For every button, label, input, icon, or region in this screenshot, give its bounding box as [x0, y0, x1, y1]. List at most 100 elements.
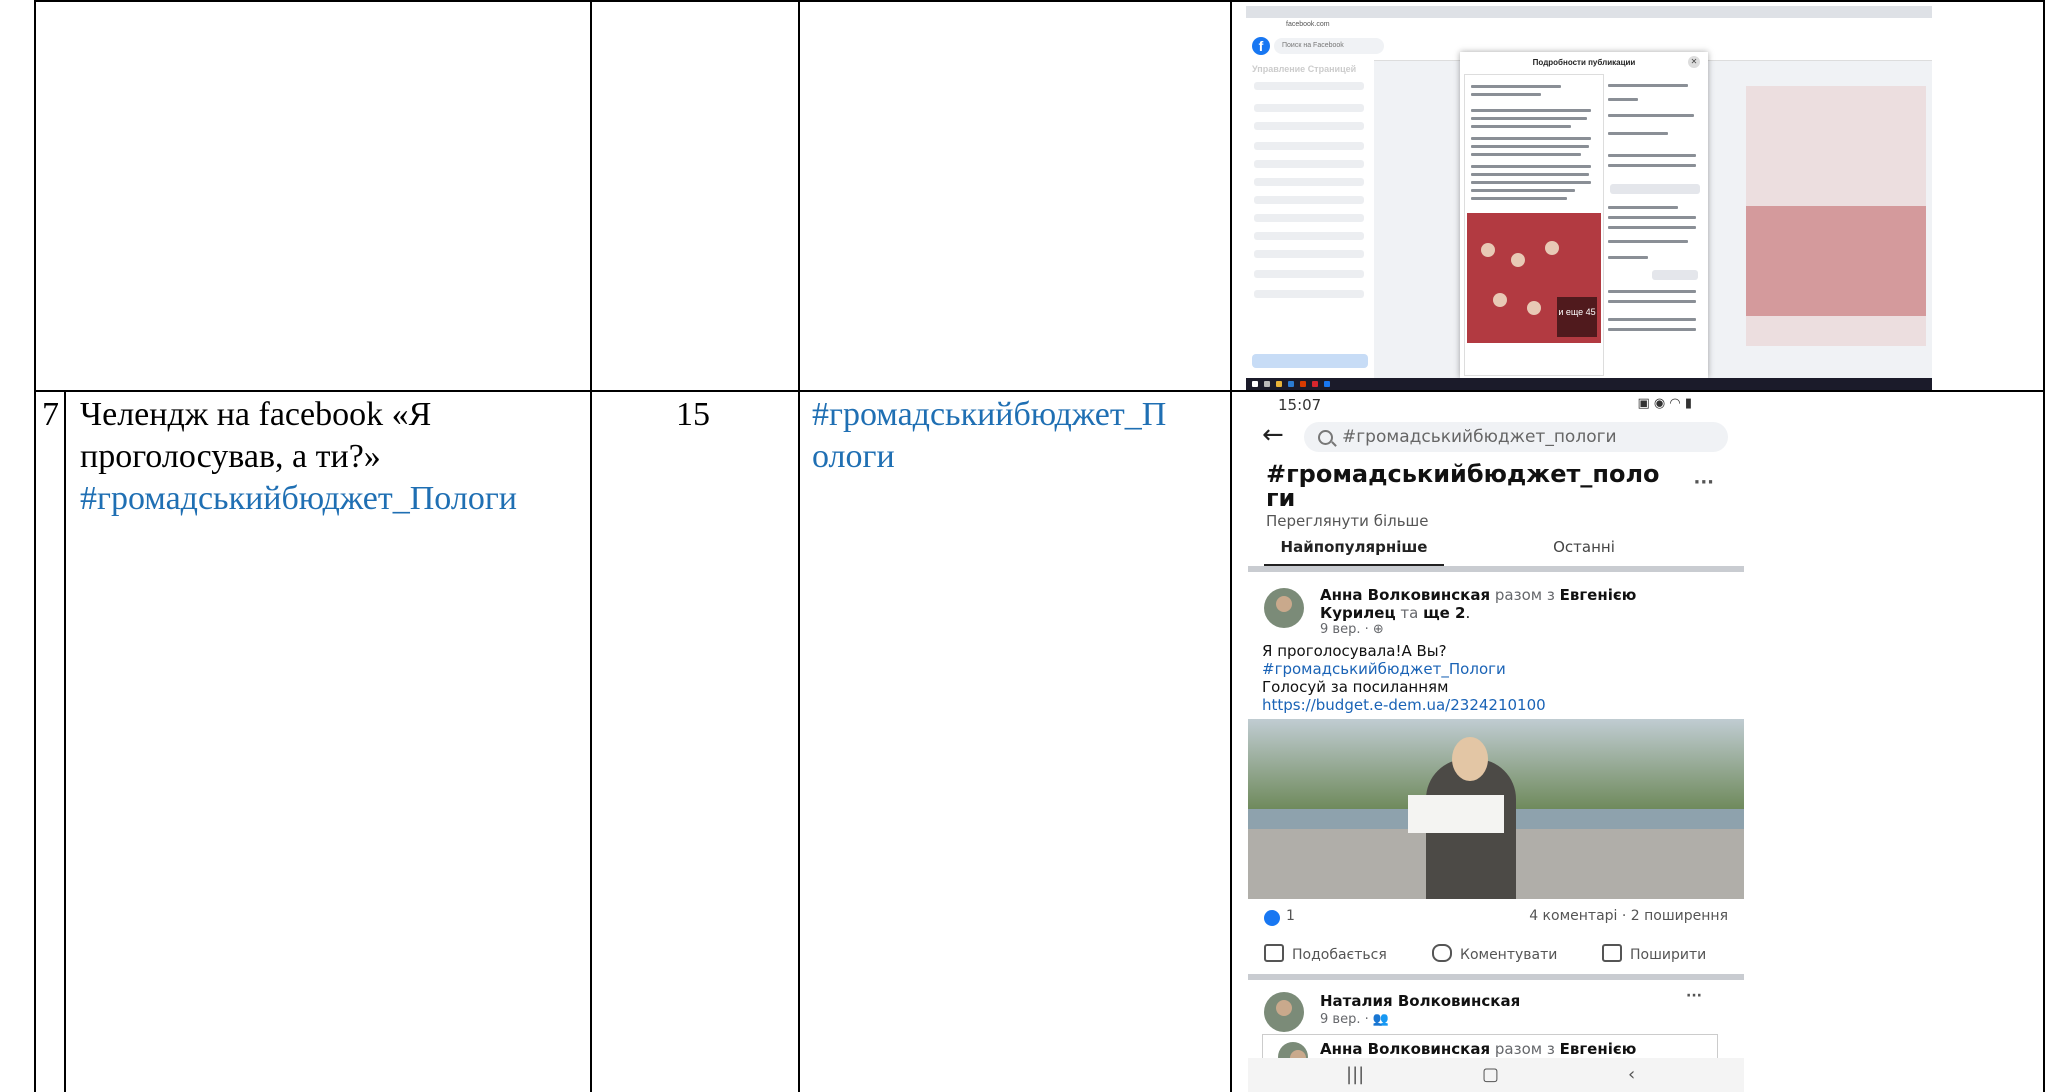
stats-line [1608, 290, 1696, 293]
sidebar-title: Управление Страницей [1252, 64, 1357, 74]
post-photo [1248, 719, 1744, 899]
comment-button: Коментувати [1432, 944, 1557, 963]
stats-line [1608, 206, 1678, 209]
sidebar-item [1254, 290, 1364, 298]
mobile-facebook-screenshot: 15:07 ▣ ◉ ◠ ▮ ← #громадськийбюджет_полог… [1248, 392, 1744, 1092]
post-text-line [1471, 197, 1567, 200]
stats-line [1608, 240, 1688, 243]
tagged-person-surname: Курилец [1320, 604, 1396, 622]
taskbar-icon [1324, 381, 1330, 387]
post-text-line [1471, 109, 1591, 112]
sidebar-item [1254, 82, 1364, 90]
post-author: Анна Волковинская [1320, 586, 1491, 604]
photo-person-head [1452, 737, 1488, 781]
row-hashtag-link[interactable]: #громадськийбюджет_П ологи [812, 394, 1222, 478]
post-text-line [1471, 165, 1591, 168]
stats-line [1608, 226, 1696, 229]
post-text-line [1471, 189, 1575, 192]
post-text-line: Я проголосувала!А Вы? [1262, 642, 1447, 660]
table-col-border [2043, 0, 2045, 1092]
row-number: 7 [42, 396, 59, 433]
sidebar-item [1254, 122, 1364, 130]
like-button: Подобається [1264, 944, 1387, 963]
sidebar-item [1254, 270, 1364, 278]
post-text: Я проголосувала!А Вы? #громадськийбюджет… [1262, 642, 1546, 714]
others-count: ще 2 [1423, 604, 1466, 622]
stats-line [1608, 98, 1638, 101]
stats-line [1608, 114, 1694, 117]
sidebar-item [1254, 250, 1364, 258]
post-hashtag-link: #громадськийбюджет_Пологи [1262, 660, 1506, 678]
taskbar-icon [1276, 381, 1282, 387]
post-author: Анна Волковинская [1320, 1040, 1491, 1058]
post-text-line [1471, 117, 1587, 120]
facebook-logo-icon: f [1252, 37, 1270, 55]
post-results-panel [1606, 74, 1704, 374]
post-date: 9 вер. · 👥 [1320, 1012, 1389, 1027]
taskbar-icon [1264, 381, 1270, 387]
post-date-text: 9 вер. · [1320, 622, 1373, 637]
search-query: #громадськийбюджет_пологи [1342, 427, 1617, 447]
additional-info-button [1610, 184, 1700, 194]
photo-figure [1481, 243, 1495, 257]
post-text-line [1471, 181, 1591, 184]
heading-line: ги [1266, 484, 1296, 512]
hashtag-line: ологи [812, 438, 895, 475]
home-icon: ▢ [1482, 1064, 1500, 1085]
post-text-line [1471, 137, 1591, 140]
description-line: Челендж на facebook «Я [80, 396, 432, 433]
more-options-icon: ··· [1693, 472, 1714, 493]
and-text: та [1400, 604, 1419, 622]
avatar [1264, 588, 1304, 628]
friends-icon: 👥 [1372, 1012, 1390, 1027]
sidebar-item [1254, 142, 1364, 150]
post-url-link: https://budget.e-dem.ua/2324210100 [1262, 696, 1546, 714]
recent-apps-icon: ||| [1346, 1064, 1365, 1085]
description-line: проголосував, а ти?» [80, 438, 381, 475]
stats-line [1608, 154, 1696, 157]
avatar [1264, 992, 1304, 1032]
windows-taskbar [1246, 378, 1932, 390]
stats-line [1608, 216, 1696, 219]
description-hashtag-link[interactable]: #громадськийбюджет_Пологи [80, 478, 580, 520]
tagged-person: Евгенією [1559, 586, 1637, 604]
row-description: Челендж на facebook «Я проголосував, а т… [80, 394, 580, 520]
tab-recent: Останні [1553, 538, 1615, 556]
taskbar-icon [1312, 381, 1318, 387]
post-author: Наталия Волковинская [1320, 992, 1521, 1010]
taskbar-icon [1288, 381, 1294, 387]
browser-address-bar: facebook.com [1246, 18, 1932, 33]
post-photo: и еще 45 [1467, 213, 1601, 343]
photo-figure [1511, 253, 1525, 267]
modal-title: Подробности публикации [1532, 58, 1636, 67]
table-border-top [34, 0, 2045, 2]
modal-post-preview: и еще 45 [1464, 74, 1604, 376]
post-text-line [1471, 93, 1541, 96]
search-icon [1318, 430, 1333, 445]
desktop-facebook-screenshot: facebook.com f Поиск на Facebook Управле… [1246, 6, 1932, 390]
photo-figure [1545, 241, 1559, 255]
table-col-border [64, 390, 66, 1092]
table-col-border [34, 0, 36, 1092]
back-icon: ‹ [1628, 1064, 1636, 1085]
hashtag-heading: #громадськийбюджет_поло ги [1266, 462, 1686, 510]
with-text: разом з [1494, 1040, 1555, 1058]
stats-line [1608, 132, 1668, 135]
search-input: #громадськийбюджет_пологи [1304, 422, 1728, 452]
section-divider [1248, 974, 1744, 980]
post-text-line [1471, 173, 1589, 176]
sidebar-item [1254, 232, 1364, 240]
tab-popular: Найпопулярніше [1264, 538, 1444, 567]
post-author-line: Наталия Волковинская [1320, 992, 1520, 1010]
comment-label: Коментувати [1460, 947, 1558, 963]
photo-figure [1493, 293, 1507, 307]
more-options-icon: ··· [1686, 988, 1702, 1004]
stats-line [1608, 328, 1696, 331]
table-col-border [1230, 0, 1232, 1092]
sidebar-item [1254, 104, 1364, 112]
stats-line [1608, 318, 1696, 321]
more-photos-overlay: и еще 45 [1557, 297, 1597, 337]
browser-tab-strip [1246, 6, 1932, 18]
comments-shares-count: 4 коментарі · 2 поширення [1529, 908, 1728, 924]
background-photo [1746, 206, 1926, 316]
